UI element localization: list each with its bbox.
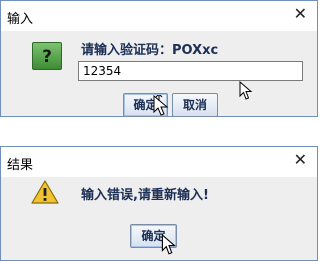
captcha-prompt: 请输入验证码：POXxc bbox=[81, 43, 219, 58]
input-dialog: 输入 ✕ ? 请输入验证码：POXxc 12354 确定 取消 bbox=[0, 0, 318, 117]
input-dialog-title: 输入 bbox=[7, 12, 34, 27]
result-dialog-title: 结果 bbox=[7, 158, 34, 173]
close-icon[interactable]: ✕ bbox=[294, 152, 307, 168]
error-message: 输入错误,请重新输入! bbox=[81, 188, 209, 203]
captcha-input[interactable]: 12354 bbox=[78, 61, 303, 81]
result-dialog: 结果 ✕ 输入错误,请重新输入! 确定 bbox=[0, 146, 318, 261]
warning-icon bbox=[31, 180, 59, 204]
mouse-pointer-icon bbox=[161, 234, 176, 255]
cancel-button[interactable]: 取消 bbox=[172, 93, 218, 117]
mouse-pointer-icon bbox=[239, 81, 253, 100]
input-dialog-titlebar[interactable]: 输入 ✕ bbox=[1, 1, 317, 31]
move-cursor-icon bbox=[153, 95, 169, 116]
result-dialog-titlebar[interactable]: 结果 ✕ bbox=[1, 147, 317, 177]
question-icon: ? bbox=[32, 42, 62, 70]
close-icon[interactable]: ✕ bbox=[294, 6, 307, 22]
